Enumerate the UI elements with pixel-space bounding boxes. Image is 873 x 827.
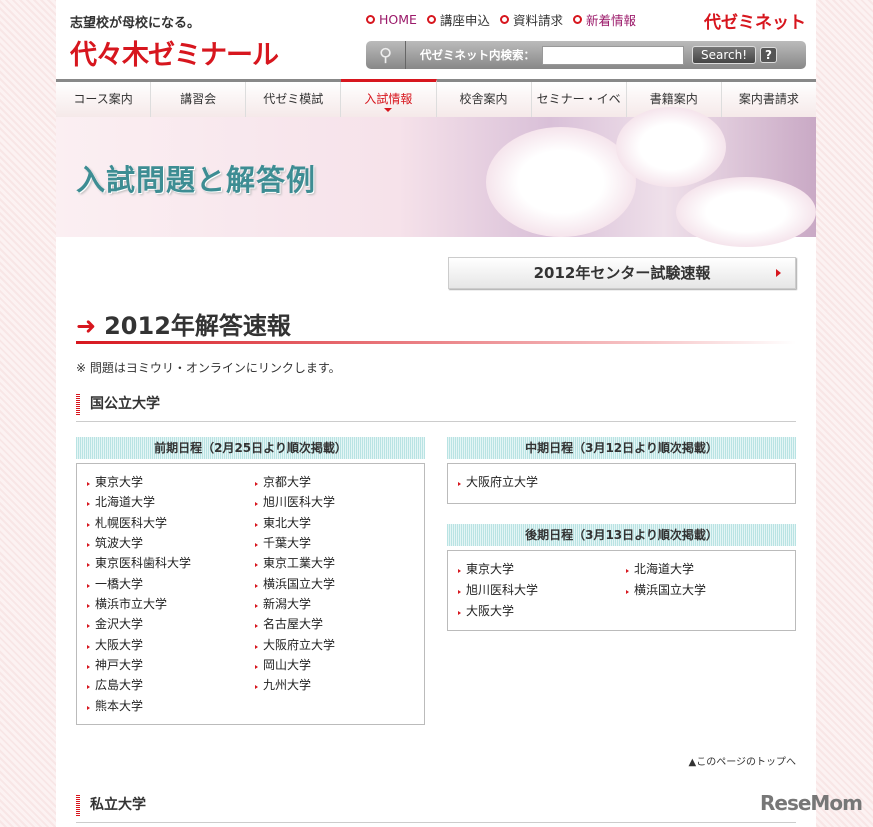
university-link[interactable]: 一橋大学 [85,574,253,594]
heading-text: 2012年解答速報 [104,312,291,340]
nav-seasonal[interactable]: 講習会 [151,82,247,117]
yozemi-net-logo[interactable]: 代ゼミネット [704,8,806,33]
section-national: 国公立大学 [76,394,796,422]
early-list: 東京大学 京都大学 北海道大学 旭川医科大学 札幌医科大学 東北大学 筑波大学 千葉大学 東京医… [76,463,425,725]
university-link[interactable]: 岡山大学 [253,655,421,675]
middle-title: 中期日程（3月12日より順次掲載） [447,437,796,459]
heading-underline [76,341,796,344]
late-list: 東京大学 北海道大学 旭川医科大学 横浜国立大学 大阪大学 [447,550,796,631]
late-title: 後期日程（3月13日より順次掲載） [447,524,796,546]
university-link[interactable]: 横浜国立大学 [253,574,421,594]
center-exam-button[interactable]: 2012年センター試験速報 [448,257,796,289]
link-news[interactable]: 新着情報 [572,10,636,29]
banner: 入試問題と解答例 [56,107,816,247]
university-link[interactable]: 東京大学 [85,472,253,492]
blossom-image [676,177,816,247]
university-link[interactable]: 大阪府立大学 [253,635,421,655]
arrow-icon: ➜ [76,312,97,340]
nav-brochure[interactable]: 案内書請求 [722,82,816,117]
nav-campuses[interactable]: 校舎案内 [437,82,532,117]
arrow-right-icon [776,269,785,277]
logo[interactable]: 代々木ゼミナール [70,33,279,72]
circle-icon [366,15,375,24]
main-nav: コース案内 講習会 代ゼミ模試 入試情報 校舎案内 セミナー・イベント 書籍案内… [56,79,816,140]
university-link[interactable]: 熊本大学 [85,696,253,716]
circle-icon [426,15,436,24]
university-link[interactable]: 東北大学 [253,513,421,533]
back-to-top-link[interactable]: ▲このページのトップへ [689,753,797,768]
nav-seminars[interactable]: セミナー・イベント [532,82,627,140]
university-link[interactable]: 旭川医科大学 [456,580,624,601]
university-link[interactable]: 旭川医科大学 [253,492,421,512]
page-heading: ➜ 2012年解答速報 [76,306,796,344]
university-link[interactable]: 名古屋大学 [253,614,421,634]
university-link[interactable]: 北海道大学 [85,492,253,512]
university-link[interactable]: 金沢大学 [85,614,253,634]
note: ※ 問題はヨミウリ・オンラインにリンクします。 [76,361,341,375]
middle-list: 大阪府立大学 [447,463,796,504]
search-icon: ⚲ [366,41,406,69]
nav-mock-exams[interactable]: 代ゼミ模試 [246,82,342,117]
university-link[interactable]: 大阪大学 [85,635,253,655]
search-label: 代ゼミネット内検索： [420,48,535,62]
university-link[interactable]: 札幌医科大学 [85,513,253,533]
university-link[interactable]: 東京医科歯科大学 [85,553,253,573]
banner-title: 入試問題と解答例 [76,163,317,197]
university-link[interactable]: 東京工業大学 [253,553,421,573]
search-input[interactable] [542,45,684,65]
watermark-logo: ReseMom [760,791,863,815]
university-link[interactable]: 大阪府立大学 [456,472,624,495]
university-link[interactable]: 新潟大学 [253,594,421,614]
university-link[interactable]: 大阪大学 [456,601,624,622]
nav-courses[interactable]: コース案内 [56,82,152,117]
tagline: 志望校が母校になる。 [70,16,201,31]
search-bar: ⚲ 代ゼミネット内検索： Search! ? [366,41,806,69]
page: 志望校が母校になる。 代々木ゼミナール HOME 講座申込 資料請求 新着情報 … [56,0,816,827]
center-exam-label: 2012年センター試験速報 [533,264,711,282]
late-schedule: 後期日程（3月13日より順次掲載） 東京大学 北海道大学 旭川医科大学 横浜国立大学大… [447,524,796,631]
university-link[interactable]: 筑波大学 [85,533,253,553]
middle-schedule: 中期日程（3月12日より順次掲載） 大阪府立大学 [447,437,796,504]
university-link[interactable]: 千葉大学 [253,533,421,553]
university-link[interactable]: 横浜市立大学 [85,594,253,614]
university-link[interactable]: 広島大学 [85,675,253,695]
early-title: 前期日程（2月25日より順次掲載） [76,437,425,459]
university-link[interactable]: 京都大学 [253,472,421,492]
section-private: 私立大学 [76,795,796,823]
blossom-image [486,127,636,237]
circle-icon [572,15,582,24]
top-links: HOME 講座申込 資料請求 新着情報 [366,10,636,29]
university-link[interactable]: 北海道大学 [624,559,792,580]
university-link[interactable]: 神戸大学 [85,655,253,675]
circle-icon [499,15,509,24]
link-home[interactable]: HOME [366,10,417,29]
link-apply[interactable]: 講座申込 [426,10,490,29]
university-link[interactable]: 東京大学 [456,559,624,580]
nav-exam-info[interactable]: 入試情報 [341,79,437,117]
blossom-image [616,107,726,187]
university-link[interactable]: 横浜国立大学 [624,580,792,601]
help-button[interactable]: ? [760,47,778,63]
link-brochure[interactable]: 資料請求 [499,10,563,29]
early-schedule: 前期日程（2月25日より順次掲載） 東京大学 京都大学 北海道大学 旭川医科大学 札幌医… [76,437,425,725]
search-button[interactable]: Search! [692,46,757,64]
university-link[interactable]: 九州大学 [253,675,421,695]
